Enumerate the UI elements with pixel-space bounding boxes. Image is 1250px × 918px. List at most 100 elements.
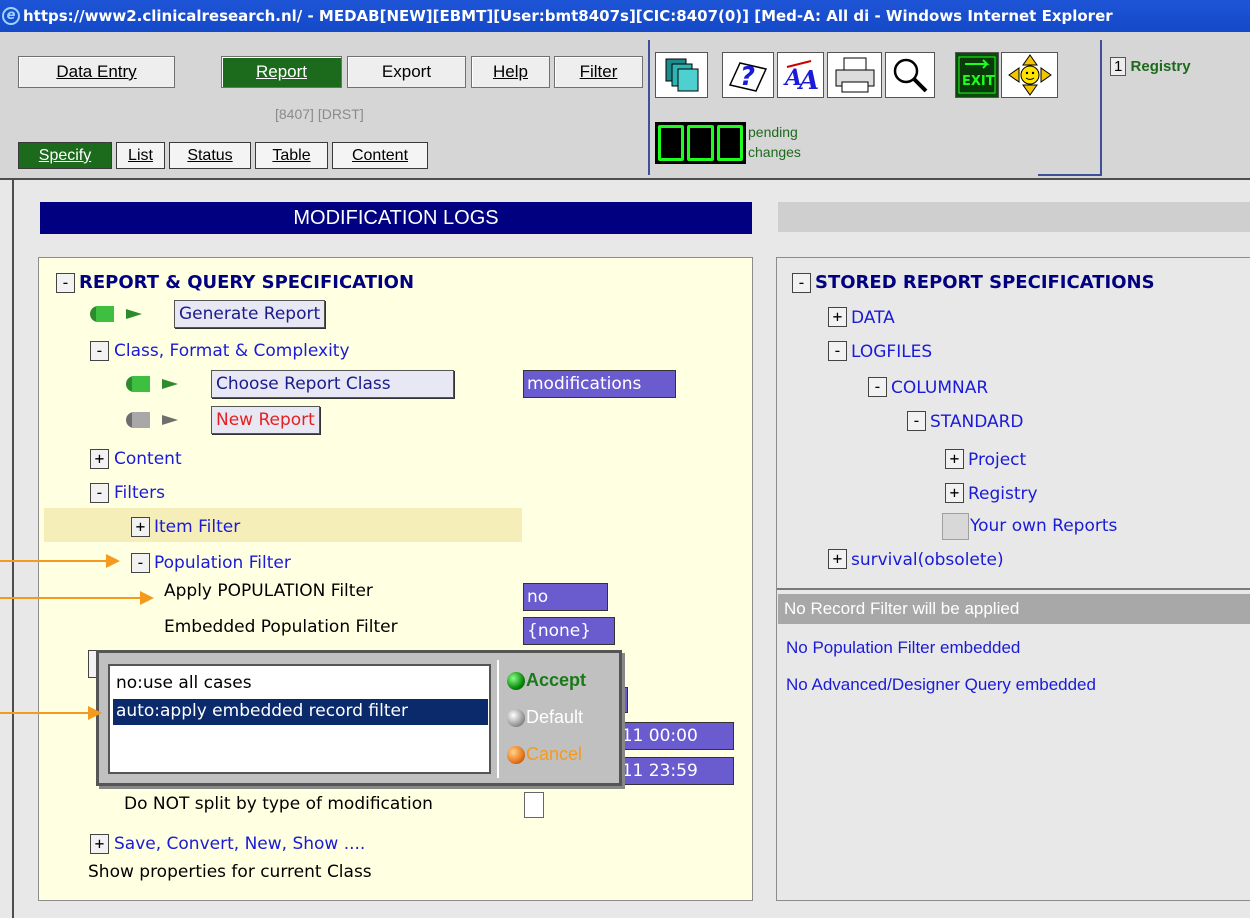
callout-arrow-line xyxy=(0,597,140,599)
toolbar-divider xyxy=(1100,40,1102,175)
new-report-button[interactable]: New Report xyxy=(211,406,320,434)
population-filter-link[interactable]: Population Filter xyxy=(154,553,291,573)
svg-text:EXIT: EXIT xyxy=(962,74,995,89)
callout-arrow-line xyxy=(0,712,88,714)
registry-label: Registry xyxy=(1130,58,1191,75)
filters-link[interactable]: Filters xyxy=(114,483,165,503)
your-own-reports-link[interactable]: Your own Reports xyxy=(970,516,1117,536)
window-title: https://www2.clinicalresearch.nl/ - MEDA… xyxy=(23,7,1113,25)
user-info: [8407] [DRST] xyxy=(275,106,364,122)
menu-help-button[interactable]: Help xyxy=(471,56,550,88)
save-convert-link[interactable]: Save, Convert, New, Show .... xyxy=(114,834,365,854)
stored-spec-title: STORED REPORT SPECIFICATIONS xyxy=(815,272,1155,293)
collapse-spec-button[interactable]: - xyxy=(56,273,75,293)
tab-content[interactable]: Content xyxy=(332,142,428,169)
print-icon[interactable] xyxy=(827,52,882,98)
new-report-arrow-icon xyxy=(126,409,184,436)
svg-text:?: ? xyxy=(740,62,755,92)
right-divider xyxy=(777,588,1250,590)
menu-export-button[interactable]: Export xyxy=(347,56,466,88)
accept-button[interactable]: Accept xyxy=(507,670,586,691)
menu-data-entry-button[interactable]: Data Entry xyxy=(18,56,175,88)
expand-item-filter-button[interactable]: + xyxy=(131,517,150,537)
grey-dot-icon xyxy=(507,708,525,727)
help-icon[interactable]: ? xyxy=(722,52,774,98)
green-dot-icon xyxy=(507,671,525,690)
exit-icon[interactable]: EXIT xyxy=(955,52,999,98)
collapse-columnar-button[interactable]: - xyxy=(868,377,887,397)
collapse-class-button[interactable]: - xyxy=(90,341,109,361)
expand-content-button[interactable]: + xyxy=(90,449,109,469)
tab-specify[interactable]: Specify xyxy=(18,142,112,169)
toolbar-divider xyxy=(648,40,650,175)
tab-status[interactable]: Status xyxy=(169,142,251,169)
font-size-icon[interactable]: AA xyxy=(777,52,824,98)
popup-buttons: Accept Default Cancel xyxy=(497,660,615,778)
option-no-use-all-cases[interactable]: no:use all cases xyxy=(113,671,488,697)
tab-list[interactable]: List xyxy=(116,142,165,169)
date-from-value[interactable]: /11 00:00 xyxy=(612,722,734,750)
expand-project-button[interactable]: + xyxy=(945,449,964,469)
ie-icon: e xyxy=(2,7,20,25)
content-link[interactable]: Content xyxy=(114,449,182,469)
svg-text:A: A xyxy=(796,66,819,93)
expand-registry-button[interactable]: + xyxy=(945,483,964,503)
registry-link[interactable]: 1 Registry xyxy=(1110,57,1191,76)
columnar-link[interactable]: COLUMNAR xyxy=(891,378,988,398)
collapse-stored-button[interactable]: - xyxy=(792,273,811,293)
default-button[interactable]: Default xyxy=(507,707,583,728)
embedded-population-value[interactable]: {none} xyxy=(523,617,615,645)
copy-pages-icon[interactable] xyxy=(655,52,708,98)
your-reports-icon xyxy=(942,513,969,540)
callout-arrow-head xyxy=(88,706,102,720)
filter-options-list[interactable]: no:use all cases auto:apply embedded rec… xyxy=(108,664,491,774)
logfiles-link[interactable]: LOGFILES xyxy=(851,342,932,362)
date-to-value[interactable]: /11 23:59 xyxy=(612,757,734,785)
tab-table[interactable]: Table xyxy=(255,142,328,169)
collapse-filters-button[interactable]: - xyxy=(90,483,109,503)
search-icon[interactable] xyxy=(885,52,935,98)
standard-link[interactable]: STANDARD xyxy=(930,412,1024,432)
smiley-navigator-icon[interactable] xyxy=(1001,52,1058,98)
orange-dot-icon xyxy=(507,745,525,764)
no-split-label: Do NOT split by type of modification xyxy=(124,794,433,814)
report-class-value[interactable]: modifications xyxy=(523,370,676,398)
collapse-standard-button[interactable]: - xyxy=(907,411,926,431)
menu-report-button[interactable]: Report xyxy=(221,56,342,88)
no-record-filter-status: No Record Filter will be applied xyxy=(778,594,1250,624)
callout-arrow-line xyxy=(0,560,106,562)
option-auto-apply-embedded[interactable]: auto:apply embedded record filter xyxy=(112,698,489,726)
cancel-button[interactable]: Cancel xyxy=(507,744,582,765)
generate-report-button[interactable]: Generate Report xyxy=(174,300,326,328)
toolbar-divider xyxy=(1038,174,1102,176)
class-format-link[interactable]: Class, Format & Complexity xyxy=(114,341,350,361)
no-split-checkbox[interactable] xyxy=(524,792,544,818)
data-link[interactable]: DATA xyxy=(851,308,895,328)
generate-arrow-icon xyxy=(90,303,148,330)
menu-filter-button[interactable]: Filter xyxy=(554,56,643,88)
apply-population-label: Apply POPULATION Filter xyxy=(164,581,373,601)
pending-changes-counter xyxy=(655,122,746,164)
item-filter-highlight xyxy=(44,508,522,542)
right-header-bar xyxy=(778,202,1250,232)
choose-class-arrow-icon xyxy=(126,373,184,400)
window-title-bar: e https://www2.clinicalresearch.nl/ - ME… xyxy=(0,0,1250,32)
page-title: MODIFICATION LOGS xyxy=(40,202,752,234)
expand-save-button[interactable]: + xyxy=(90,834,109,854)
callout-arrow-head xyxy=(140,591,154,605)
item-filter-link[interactable]: Item Filter xyxy=(154,517,240,537)
no-population-filter-status: No Population Filter embedded xyxy=(786,638,1021,657)
choose-report-class-button[interactable]: Choose Report Class xyxy=(211,370,454,398)
show-properties-text: Show properties for current Class xyxy=(88,862,372,882)
registry-tree-link[interactable]: Registry xyxy=(968,484,1038,504)
spec-title: REPORT & QUERY SPECIFICATION xyxy=(79,272,415,293)
expand-data-button[interactable]: + xyxy=(828,307,847,327)
project-link[interactable]: Project xyxy=(968,450,1026,470)
survival-link[interactable]: survival(obsolete) xyxy=(851,550,1004,570)
collapse-logfiles-button[interactable]: - xyxy=(828,341,847,361)
no-advanced-query-status: No Advanced/Designer Query embedded xyxy=(786,675,1096,694)
collapse-population-filter-button[interactable]: - xyxy=(131,553,150,573)
expand-survival-button[interactable]: + xyxy=(828,549,847,569)
apply-population-value[interactable]: no xyxy=(523,583,608,611)
embedded-population-label: Embedded Population Filter xyxy=(164,617,398,637)
